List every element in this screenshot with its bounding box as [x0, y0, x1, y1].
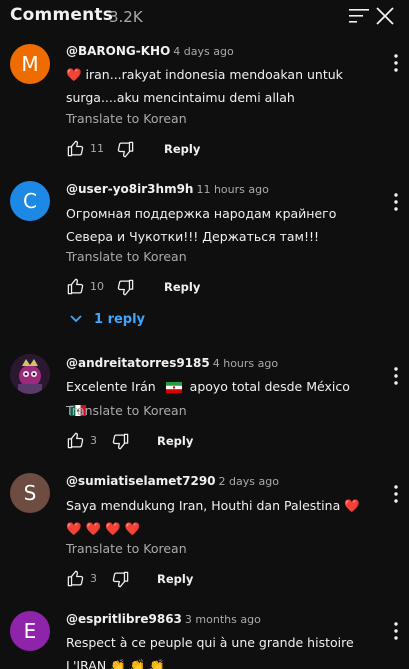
avatar[interactable]	[10, 354, 50, 394]
avatar-letter: S	[23, 481, 37, 505]
comment-text-line: surga....aku mencintaimu demi allah	[66, 90, 295, 105]
close-icon[interactable]	[375, 7, 395, 25]
comment-time[interactable]: 3 months ago	[185, 613, 261, 626]
author-name[interactable]: @espritlibre9863	[66, 612, 182, 626]
more-vert-icon[interactable]	[393, 367, 399, 385]
dislike-icon[interactable]	[111, 432, 130, 451]
author-line: @andreitatorres9185 4 hours ago	[66, 356, 278, 370]
reply-button[interactable]: Reply	[157, 572, 193, 586]
comment-text: Respect à ce peuple qui à une grande his…	[66, 631, 366, 669]
comment-text-line: Огромная поддержка народам крайнего	[66, 206, 337, 221]
like-icon[interactable]	[66, 139, 85, 158]
avatar-image	[10, 354, 50, 394]
more-vert-icon[interactable]	[393, 54, 399, 72]
comments-title: Comments	[10, 5, 114, 25]
dislike-icon[interactable]	[116, 278, 135, 297]
comment-text-line: Respect à ce peuple qui à une grande his…	[66, 635, 354, 650]
comment-text: ❤️ iran...rakyat indonesia mendoakan unt…	[66, 63, 366, 109]
comment-actions: 3 Reply	[66, 569, 266, 589]
avatar[interactable]: M	[10, 44, 50, 84]
comments-count: 3.2K	[109, 8, 143, 26]
author-line: @sumiatiselamet7290 2 days ago	[66, 474, 279, 488]
like-count: 10	[90, 280, 104, 293]
author-name[interactable]: @sumiatiselamet7290	[66, 474, 216, 488]
avatar-letter: C	[23, 189, 37, 213]
reply-button[interactable]: Reply	[164, 142, 200, 156]
comment-text-line: ❤️ iran...rakyat indonesia mendoakan unt…	[66, 67, 343, 82]
like-icon[interactable]	[66, 569, 85, 588]
comment-actions: 3 Reply	[66, 431, 266, 451]
avatar[interactable]: C	[10, 181, 50, 221]
avatar[interactable]: E	[10, 611, 50, 651]
comment-text: Saya mendukung Iran, Houthi dan Palestin…	[66, 494, 366, 540]
more-vert-icon[interactable]	[393, 485, 399, 503]
like-icon[interactable]	[66, 277, 85, 296]
more-vert-icon[interactable]	[393, 622, 399, 640]
dislike-icon[interactable]	[116, 140, 135, 159]
comment-text: Огромная поддержка народам крайнего Севе…	[66, 202, 366, 248]
reply-button[interactable]: Reply	[164, 280, 200, 294]
like-count: 3	[90, 572, 97, 585]
comment-actions: 10 Reply	[66, 277, 266, 297]
avatar-letter: E	[23, 619, 37, 643]
author-name[interactable]: @user-yo8ir3hm9h	[66, 182, 193, 196]
translate-link[interactable]: Translate to Korean	[66, 249, 187, 264]
comment-actions: 11 Reply	[66, 139, 266, 159]
like-count: 11	[90, 142, 104, 155]
comment-text-line: ❤️ ❤️ ❤️ ❤️	[66, 521, 141, 536]
like-count: 3	[90, 434, 97, 447]
author-line: @user-yo8ir3hm9h 11 hours ago	[66, 182, 269, 196]
translate-link[interactable]: Translate to Korean	[66, 541, 187, 556]
comments-header: Comments 3.2K	[0, 0, 409, 34]
translate-link[interactable]: Translate to Korean	[66, 111, 187, 126]
author-line: @espritlibre9863 3 months ago	[66, 612, 261, 626]
chevron-down-icon	[70, 315, 82, 323]
comment-text-part: apoyo total desde México	[189, 379, 350, 394]
more-vert-icon[interactable]	[393, 193, 399, 211]
comment-text-part: Excelente Irán	[66, 379, 156, 394]
view-replies-label: 1 reply	[94, 312, 146, 327]
avatar-letter: M	[21, 52, 39, 76]
comment-time[interactable]: 2 days ago	[219, 475, 279, 488]
dislike-icon[interactable]	[111, 570, 130, 589]
comment-time[interactable]: 4 hours ago	[213, 357, 278, 370]
comment-text-line: L'IRAN 👏 👏 👏	[66, 658, 165, 669]
like-icon[interactable]	[66, 431, 85, 450]
author-name[interactable]: @BARONG-KHO	[66, 44, 170, 58]
author-name[interactable]: @andreitatorres9185	[66, 356, 210, 370]
comment-text-line: Saya mendukung Iran, Houthi dan Palestin…	[66, 498, 360, 513]
author-line: @BARONG-KHO 4 days ago	[66, 44, 234, 58]
reply-button[interactable]: Reply	[157, 434, 193, 448]
iran-flag-icon	[165, 382, 182, 393]
comment-time[interactable]: 11 hours ago	[196, 183, 268, 196]
translate-link[interactable]: Translate to Korean	[66, 403, 187, 418]
sort-icon[interactable]	[349, 8, 369, 24]
comment-text-line: Севера и Чукотки!!! Держаться там!!!	[66, 229, 319, 244]
comment-time[interactable]: 4 days ago	[173, 45, 233, 58]
view-replies-button[interactable]: 1 reply	[70, 312, 145, 327]
avatar[interactable]: S	[10, 473, 50, 513]
